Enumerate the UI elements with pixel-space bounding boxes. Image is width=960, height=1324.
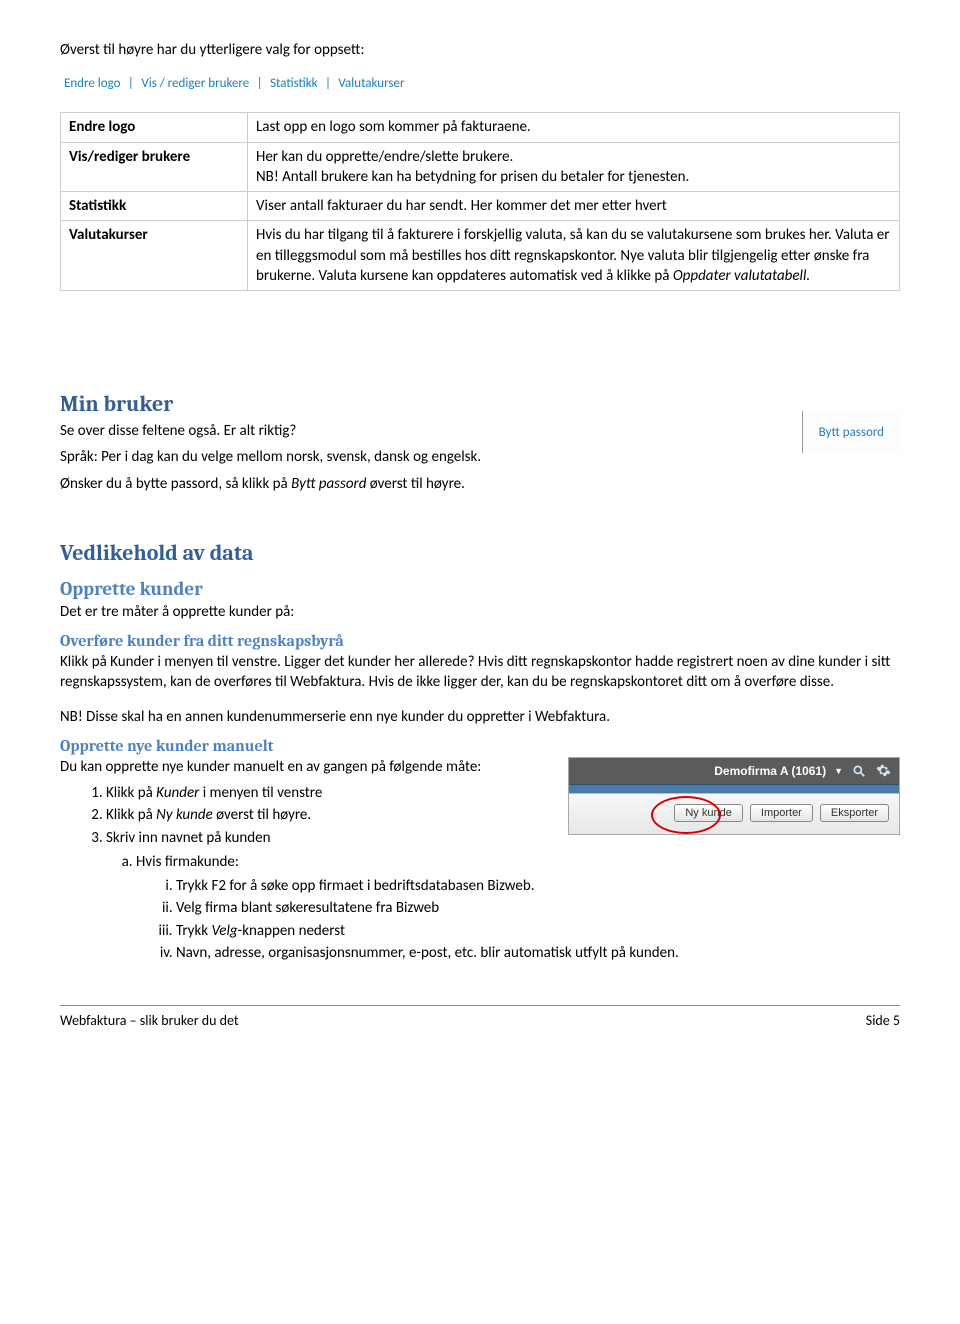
red-circle-annotation: [651, 796, 721, 834]
nav-link-statistikk[interactable]: Statistikk: [270, 76, 318, 91]
table-row: Endre logo Last opp en logo som kommer p…: [61, 113, 900, 142]
intro-text: Øverst til høyre har du ytterligere valg…: [60, 40, 900, 60]
table-row: Valutakurser Hvis du har tilgang til å f…: [61, 221, 900, 291]
nav-link-vis-rediger-brukere[interactable]: Vis / rediger brukere: [141, 76, 249, 91]
body-text: Ønsker du å bytte passord, så klikk på B…: [60, 474, 900, 494]
body-text: Klikk på Kunder i menyen til venstre. Li…: [60, 652, 900, 693]
heading-opprette-manuelt: Opprette nye kunder manuelt: [60, 737, 900, 755]
cell-text: Her kan du opprette/endre/slette brukere…: [248, 142, 900, 192]
importer-button[interactable]: Importer: [750, 804, 813, 822]
heading-opprette-kunder: Opprette kunder: [60, 578, 900, 600]
list-item: Trykk Velg-knappen nederst: [176, 921, 900, 941]
heading-min-bruker: Min bruker: [60, 391, 900, 417]
toolbar-screenshot: Demofirma A (1061) ▼ Ny kunde Importer E…: [568, 757, 900, 835]
company-title: Demofirma A (1061): [714, 764, 826, 778]
footer-left: Webfaktura – slik bruker du det: [60, 1012, 239, 1029]
body-text: Se over disse feltene også. Er alt rikti…: [60, 421, 900, 441]
table-row: Statistikk Viser antall fakturaer du har…: [61, 192, 900, 221]
settings-description-table: Endre logo Last opp en logo som kommer p…: [60, 112, 900, 291]
list-item: Hvis firmakunde: Trykk F2 for å søke opp…: [136, 852, 900, 963]
nav-link-endre-logo[interactable]: Endre logo: [64, 76, 121, 91]
cell-label: Vis/rediger brukere: [61, 142, 248, 192]
cell-text: Last opp en logo som kommer på fakturaen…: [248, 113, 900, 142]
body-text: Språk: Per i dag kan du velge mellom nor…: [60, 447, 900, 467]
cell-label: Statistikk: [61, 192, 248, 221]
table-row: Vis/rediger brukere Her kan du opprette/…: [61, 142, 900, 192]
list-item: Trykk F2 for å søke opp firmaet i bedrif…: [176, 876, 900, 896]
list-item: Velg firma blant søkeresultatene fra Biz…: [176, 898, 900, 918]
body-text: Det er tre måter å opprette kunder på:: [60, 602, 900, 622]
eksporter-button[interactable]: Eksporter: [820, 804, 889, 822]
cell-label: Endre logo: [61, 113, 248, 142]
gear-icon[interactable]: [875, 763, 891, 779]
footer-right: Side 5: [866, 1012, 900, 1029]
chevron-down-icon[interactable]: ▼: [834, 766, 843, 776]
settings-nav-screenshot: Endre logo | Vis / rediger brukere | Sta…: [60, 72, 418, 94]
nav-separator: |: [257, 76, 263, 91]
nb-note: NB! Disse skal ha en annen kundenummerse…: [60, 707, 900, 727]
nav-separator: |: [325, 76, 331, 91]
list-item: Navn, adresse, organisasjonsnummer, e-po…: [176, 943, 900, 963]
nav-link-valutakurser[interactable]: Valutakurser: [338, 76, 404, 91]
bytt-passord-screenshot: Bytt passord: [802, 411, 900, 453]
search-icon[interactable]: [851, 763, 867, 779]
cell-text: Viser antall fakturaer du har sendt. Her…: [248, 192, 900, 221]
heading-overfore-kunder: Overføre kunder fra ditt regnskapsbyrå: [60, 632, 900, 650]
cell-text: Hvis du har tilgang til å fakturere i fo…: [248, 221, 900, 291]
cell-label: Valutakurser: [61, 221, 248, 291]
heading-vedlikehold: Vedlikehold av data: [60, 540, 900, 566]
page-footer: Webfaktura – slik bruker du det Side 5: [60, 1005, 900, 1029]
bytt-passord-link[interactable]: Bytt passord: [819, 425, 884, 440]
nav-separator: |: [128, 76, 134, 91]
list-item: Skriv inn navnet på kunden Hvis firmakun…: [106, 828, 900, 964]
